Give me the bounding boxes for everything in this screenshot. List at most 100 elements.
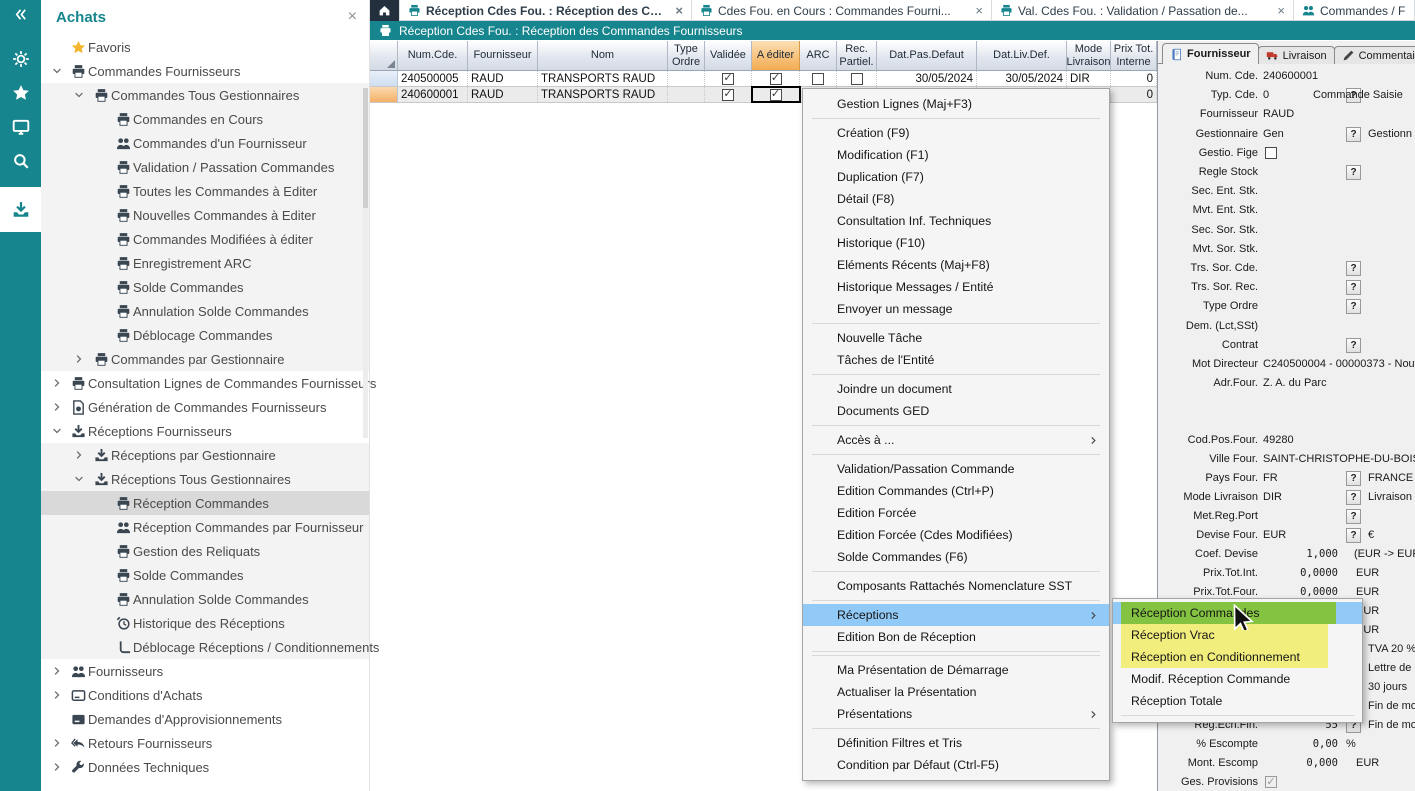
sidebar-item-donnees-techniques[interactable]: Données Techniques: [41, 755, 369, 779]
column-header-arc[interactable]: ARC: [800, 41, 837, 71]
panel-tab-commentai[interactable]: Commentai: [1333, 46, 1415, 64]
sidebar-item-demandes-d-approvisionnements[interactable]: Demandes d'Approvisionnements: [41, 707, 369, 731]
column-header-validee[interactable]: Validée: [705, 41, 752, 71]
submenu-item-reception-en-conditionnement[interactable]: Réception en Conditionnement: [1113, 646, 1362, 668]
help-button[interactable]: ?: [1346, 490, 1361, 505]
rail-item-search[interactable]: [0, 144, 41, 178]
menu-item-actualiser-la-presentation[interactable]: Actualiser la Présentation: [803, 681, 1109, 703]
cell-prix-tot-interne[interactable]: 0: [1111, 71, 1157, 86]
sidebar-item-annulation-solde-commandes[interactable]: Annulation Solde Commandes: [41, 587, 369, 611]
submenu-item-reception-totale[interactable]: Réception Totale: [1113, 690, 1362, 712]
sidebar-item-receptions-tous-gestionnaires[interactable]: Réceptions Tous Gestionnaires: [41, 467, 369, 491]
sidebar-item-commandes-par-gestionnaire[interactable]: Commandes par Gestionnaire: [41, 347, 369, 371]
help-button[interactable]: ?: [1346, 126, 1361, 142]
rail-item-collapse-sidebar[interactable]: [0, 0, 41, 28]
sidebar-item-enregistrement-arc[interactable]: Enregistrement ARC: [41, 251, 369, 275]
column-header-mode-livraison[interactable]: Mode Livraison: [1066, 41, 1111, 71]
submenu-item-modif-reception-commande[interactable]: Modif. Réception Commande: [1113, 668, 1362, 690]
chevron-down-icon[interactable]: [50, 424, 64, 438]
sidebar-item-commandes-fournisseurs[interactable]: Commandes Fournisseurs: [41, 59, 369, 83]
panel-tab-fournisseur[interactable]: Fournisseur: [1162, 43, 1259, 64]
sidebar-item-conditions-d-achats[interactable]: Conditions d'Achats: [41, 683, 369, 707]
menu-item-solde-commandes-f6[interactable]: Solde Commandes (F6): [803, 546, 1109, 568]
menu-item-nouvelle-tache[interactable]: Nouvelle Tâche: [803, 327, 1109, 349]
row-selector[interactable]: [370, 87, 398, 102]
menu-item-ma-presentation-de-demarrage[interactable]: Ma Présentation de Démarrage: [803, 659, 1109, 681]
field-checkbox[interactable]: [1265, 146, 1277, 159]
scrollbar-thumb[interactable]: [363, 88, 368, 208]
sidebar-item-favoris[interactable]: Favoris: [41, 35, 369, 59]
menu-item-historique-messages-entite[interactable]: Historique Messages / Entité: [803, 276, 1109, 298]
sidebar-item-deblocage-receptions-conditionnements[interactable]: Déblocage Réceptions / Conditionnements: [41, 635, 379, 659]
chevron-right-icon[interactable]: [50, 376, 64, 390]
cell-a-editer[interactable]: ✓: [751, 86, 801, 103]
sidebar-item-deblocage-commandes[interactable]: Déblocage Commandes: [41, 323, 369, 347]
sidebar-item-annulation-solde-commandes[interactable]: Annulation Solde Commandes: [41, 299, 369, 323]
cell-dat-pas-defaut[interactable]: 30/05/2024: [877, 71, 977, 86]
sidebar-item-validation-passation-commandes[interactable]: Validation / Passation Commandes: [41, 155, 369, 179]
chevron-right-icon[interactable]: [50, 400, 64, 414]
menu-item-definition-filtres-et-tris[interactable]: Définition Filtres et Tris: [803, 732, 1109, 754]
menu-item-documents-ged[interactable]: Documents GED: [803, 400, 1109, 422]
cell-a-editer[interactable]: ✓: [752, 71, 800, 86]
column-header-nom[interactable]: Nom: [538, 41, 668, 71]
tab-close-icon[interactable]: ×: [675, 3, 683, 18]
menu-item-edition-commandes-ctrl-p[interactable]: Edition Commandes (Ctrl+P): [803, 480, 1109, 502]
help-button[interactable]: ?: [1346, 165, 1361, 180]
sidebar-item-retours-fournisseurs[interactable]: Retours Fournisseurs: [41, 731, 369, 755]
sidebar-scrollbar[interactable]: [363, 88, 368, 438]
rail-item-settings[interactable]: [0, 42, 41, 76]
tab-reception-cdes-fou-reception-des-co[interactable]: Réception Cdes Fou. : Réception des Co..…: [400, 0, 692, 21]
column-header-num-cde[interactable]: Num.Cde.: [398, 41, 468, 71]
help-button[interactable]: ?: [1346, 528, 1361, 543]
cell-mode-livraison[interactable]: DIR: [1067, 71, 1111, 86]
cell-validee[interactable]: ✓: [705, 71, 752, 86]
help-button[interactable]: ?: [1346, 509, 1361, 524]
tab-cdes-fou-en-cours-commandes-fourni[interactable]: Cdes Fou. en Cours : Commandes Fourni...…: [692, 0, 992, 21]
sidebar-item-receptions-par-gestionnaire[interactable]: Réceptions par Gestionnaire: [41, 443, 369, 467]
help-button[interactable]: ?: [1346, 299, 1361, 315]
menu-item-duplication-f7[interactable]: Duplication (F7): [803, 166, 1109, 188]
checkbox-unchecked[interactable]: [812, 72, 824, 85]
help-button[interactable]: ?: [1346, 337, 1361, 353]
sidebar-item-solde-commandes[interactable]: Solde Commandes: [41, 275, 369, 299]
cell-type-ordre[interactable]: [668, 87, 705, 102]
sidebar-item-commandes-d-un-fournisseur[interactable]: Commandes d'un Fournisseur: [41, 131, 369, 155]
column-header-a-editer[interactable]: A éditer: [752, 41, 800, 71]
sidebar-item-historique-des-receptions[interactable]: Historique des Réceptions: [41, 611, 369, 635]
menu-item-joindre-un-document[interactable]: Joindre un document: [803, 378, 1109, 400]
panel-tab-livraison[interactable]: Livraison: [1257, 46, 1335, 64]
tab-val-cdes-fou-validation-passation-de[interactable]: Val. Cdes Fou. : Validation / Passation …: [992, 0, 1294, 21]
checkbox-checked-gray[interactable]: ✓: [1265, 776, 1277, 788]
rail-item-sessions[interactable]: [0, 110, 41, 144]
column-header-fournisseur[interactable]: Fournisseur: [468, 41, 538, 71]
chevron-right-icon[interactable]: [50, 760, 64, 774]
tab-close-icon[interactable]: ×: [975, 3, 983, 18]
chevron-right-icon[interactable]: [50, 688, 64, 702]
cell-validee[interactable]: ✓: [705, 87, 752, 102]
tab-home[interactable]: [370, 0, 400, 21]
column-header-prix-tot-interne[interactable]: Prix Tot. Interne: [1111, 41, 1157, 71]
field-checkbox[interactable]: ✓: [1265, 776, 1277, 788]
cell-rec-partiel[interactable]: [837, 71, 877, 86]
menu-item-creation-f9[interactable]: Création (F9): [803, 122, 1109, 144]
cell-fournisseur[interactable]: RAUD: [468, 71, 538, 86]
cell-num-cde[interactable]: 240500005: [398, 71, 468, 86]
sidebar-item-reception-commandes-par-fournisseur[interactable]: Réception Commandes par Fournisseur: [41, 515, 369, 539]
sidebar-item-reception-commandes[interactable]: Réception Commandes: [41, 491, 369, 515]
column-header-rec-partiel[interactable]: Rec. Partiel.: [837, 41, 877, 71]
sidebar-item-solde-commandes[interactable]: Solde Commandes: [41, 563, 369, 587]
help-button[interactable]: ?: [1346, 471, 1361, 486]
menu-item-presentations[interactable]: Présentations: [803, 703, 1109, 725]
chevron-right-icon[interactable]: [50, 736, 64, 750]
menu-item-condition-par-defaut-ctrl-f5[interactable]: Condition par Défaut (Ctrl-F5): [803, 754, 1109, 776]
checkbox-unchecked[interactable]: [850, 72, 863, 85]
menu-item-composants-rattaches-nomenclature-sst[interactable]: Composants Rattachés Nomenclature SST: [803, 575, 1109, 597]
close-icon[interactable]: ×: [348, 9, 357, 25]
sidebar-item-nouvelles-commandes-a-editer[interactable]: Nouvelles Commandes à Editer: [41, 203, 369, 227]
chevron-down-icon[interactable]: [72, 472, 86, 486]
chevron-right-icon[interactable]: [72, 448, 86, 462]
checkbox-checked[interactable]: ✓: [722, 88, 734, 101]
grid-corner-cell[interactable]: [370, 41, 398, 71]
checkbox-checked[interactable]: ✓: [769, 88, 782, 101]
